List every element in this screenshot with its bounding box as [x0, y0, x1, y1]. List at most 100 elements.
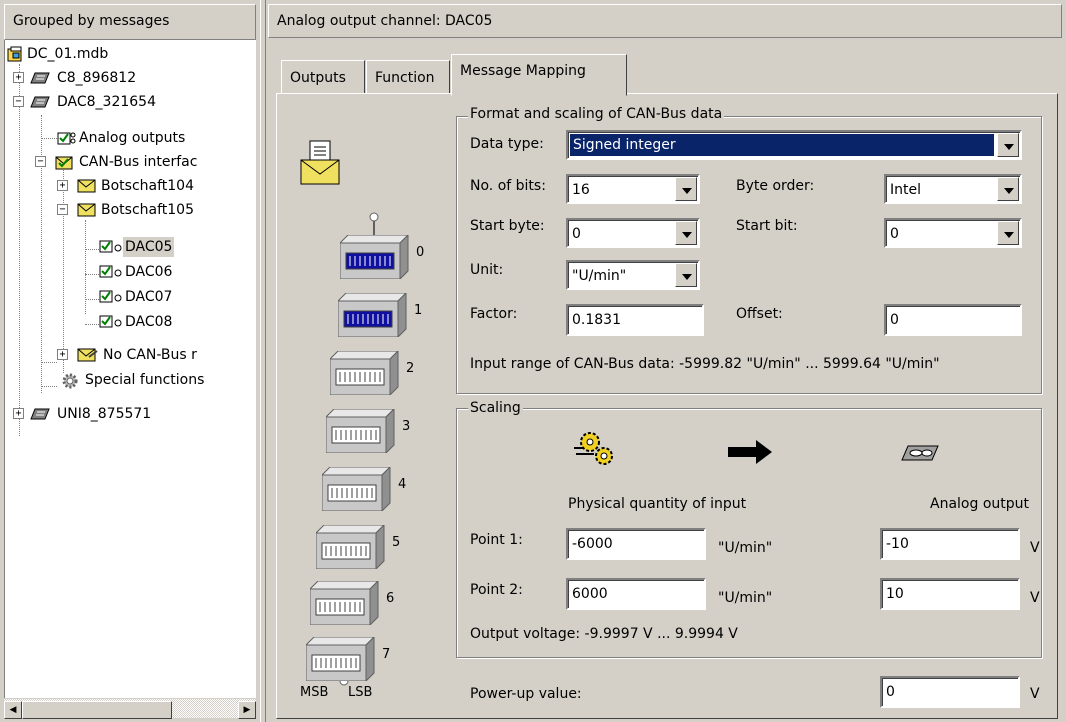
tree-item-dac05[interactable]: DAC05 — [99, 237, 175, 257]
point1-unit: "U/min" — [718, 540, 773, 556]
byte-block-0: 0 — [338, 233, 424, 281]
bits-label: No. of bits: — [470, 178, 546, 194]
tab-message-mapping[interactable]: Message Mapping — [451, 54, 627, 96]
start-byte-label: Start byte: — [470, 218, 545, 234]
analog-module-icon — [900, 442, 940, 468]
msb-label: MSB — [300, 685, 329, 700]
tree-item-special-functions[interactable]: Special functions — [57, 370, 206, 390]
tree-item-no-can-bus[interactable]: + No CAN-Bus r — [57, 345, 199, 365]
scrollbar-thumb[interactable] — [22, 701, 172, 719]
horizontal-scrollbar[interactable]: ◀ ▶ — [4, 698, 256, 719]
point1-output-input[interactable]: -10 — [880, 528, 1020, 560]
expand-icon[interactable]: + — [57, 349, 68, 360]
unit-select[interactable]: "U/min" — [566, 260, 700, 290]
offset-label: Offset: — [736, 306, 783, 322]
device-icon — [29, 95, 51, 115]
tree-item-dac08[interactable]: DAC08 — [99, 312, 174, 332]
expand-icon[interactable]: + — [57, 180, 68, 191]
chevron-down-icon[interactable] — [997, 133, 1019, 157]
tree-item-label: DC_01.mdb — [27, 46, 109, 62]
tree-header[interactable]: Grouped by messages — [4, 4, 256, 40]
byte-block-6: 6 — [308, 579, 394, 627]
output-voltage-text: Output voltage: -9.9997 V ... 9.9994 V — [470, 626, 738, 642]
envelope-icon — [77, 202, 97, 224]
collapse-icon[interactable]: − — [57, 204, 68, 215]
gear-icon — [61, 372, 79, 396]
collapse-icon[interactable]: − — [13, 96, 24, 107]
byte-block-5: 5 — [314, 523, 400, 571]
byte-order-select[interactable]: Intel — [884, 174, 1022, 204]
factor-input[interactable]: 0.1831 — [566, 304, 704, 336]
tree-item-dac06[interactable]: DAC06 — [99, 262, 174, 282]
chevron-down-icon[interactable] — [675, 221, 697, 245]
expand-icon[interactable]: + — [13, 408, 24, 419]
point2-output-input[interactable]: 10 — [880, 578, 1020, 610]
byte-number: 0 — [416, 245, 425, 260]
start-bit-select[interactable]: 0 — [884, 218, 1022, 248]
pane-splitter[interactable] — [260, 0, 266, 722]
point1-volt-unit: V — [1030, 540, 1040, 556]
power-up-input[interactable]: 0 — [880, 676, 1020, 708]
tree-item-dac8-321654[interactable]: − DAC8_321654 — [13, 92, 158, 112]
data-type-select[interactable]: Signed integer — [566, 130, 1022, 160]
lsb-label: LSB — [348, 685, 373, 700]
tree-item-label: DAC06 — [125, 264, 173, 280]
tree-item-label: Botschaft105 — [101, 202, 194, 218]
tab-function[interactable]: Function — [366, 60, 450, 94]
factor-label: Factor: — [470, 306, 518, 322]
byte-number: 6 — [386, 591, 395, 606]
physical-quantity-header: Physical quantity of input — [568, 496, 747, 512]
gears-icon — [574, 428, 618, 472]
tree-item-dac07[interactable]: DAC07 — [99, 287, 174, 307]
point1-physical-input[interactable]: -6000 — [566, 528, 706, 560]
power-up-label: Power-up value: — [470, 686, 582, 702]
byte-block-1: 1 — [336, 291, 422, 339]
tree-pane: Grouped by messages DC_01.mdb + C8_89681… — [0, 0, 260, 722]
point2-unit: "U/min" — [718, 590, 773, 606]
start-byte-select[interactable]: 0 — [566, 218, 700, 248]
byte-block-3: 3 — [324, 407, 410, 455]
channel-header: Analog output channel: DAC05 — [268, 4, 1062, 38]
tree-item-analog-outputs[interactable]: Analog outputs — [57, 128, 187, 148]
scroll-left-button[interactable]: ◀ — [4, 701, 22, 719]
data-type-label: Data type: — [470, 136, 544, 152]
tree-item-label: UNI8_875571 — [57, 406, 152, 422]
device-icon — [29, 71, 51, 91]
tree-item-dc01-mdb[interactable]: DC_01.mdb — [7, 44, 110, 64]
unit-label: Unit: — [470, 262, 504, 278]
tree-item-label: Analog outputs — [79, 130, 186, 146]
tree-view[interactable]: DC_01.mdb + C8_896812 − DAC8_321654 Anal… — [4, 40, 256, 698]
tree-item-label: C8_896812 — [57, 70, 137, 86]
channel-icon — [99, 315, 123, 335]
byte-number: 3 — [402, 419, 411, 434]
expand-icon[interactable]: + — [13, 72, 24, 83]
byte-order-label: Byte order: — [736, 178, 815, 194]
tree-item-can-bus-interface[interactable]: − CAN-Bus interfac — [35, 152, 199, 172]
analog-output-header: Analog output — [930, 496, 1029, 512]
start-bit-label: Start bit: — [736, 218, 798, 234]
chevron-down-icon[interactable] — [675, 177, 697, 201]
channel-icon — [99, 265, 123, 285]
tree-item-c8-896812[interactable]: + C8_896812 — [13, 68, 138, 88]
point1-label: Point 1: — [470, 532, 523, 548]
tree-item-label: Special functions — [85, 372, 205, 388]
scroll-right-button[interactable]: ▶ — [238, 701, 256, 719]
chevron-down-icon[interactable] — [997, 221, 1019, 245]
tab-outputs[interactable]: Outputs — [281, 60, 365, 94]
collapse-icon[interactable]: − — [35, 156, 46, 167]
scaling-group-title: Scaling — [468, 400, 523, 416]
tree-item-botschaft105[interactable]: − Botschaft105 — [57, 200, 196, 220]
tree-item-botschaft104[interactable]: + Botschaft104 — [57, 176, 196, 196]
offset-input[interactable]: 0 — [884, 304, 1022, 336]
tree-item-label: DAC07 — [125, 289, 173, 305]
tree-item-label: Botschaft104 — [101, 178, 194, 194]
bits-select[interactable]: 16 — [566, 174, 700, 204]
byte-block-7: 7 — [304, 635, 390, 683]
chevron-down-icon[interactable] — [997, 177, 1019, 201]
point2-physical-input[interactable]: 6000 — [566, 578, 706, 610]
chevron-down-icon[interactable] — [675, 263, 697, 287]
database-icon — [7, 46, 23, 68]
point2-label: Point 2: — [470, 582, 523, 598]
tree-item-uni8-875571[interactable]: + UNI8_875571 — [13, 404, 153, 424]
tree-item-label: DAC08 — [125, 314, 173, 330]
